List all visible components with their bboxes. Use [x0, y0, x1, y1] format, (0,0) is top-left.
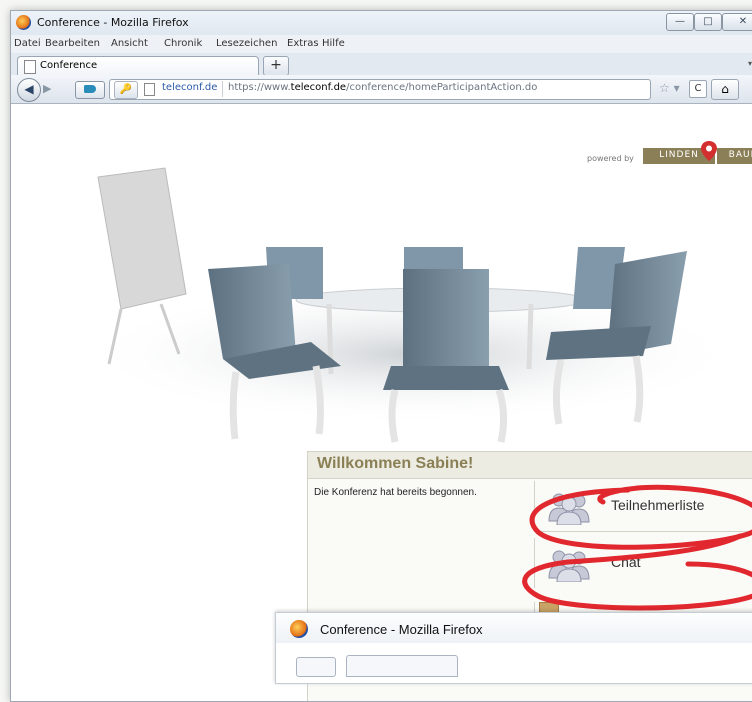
- welcome-title: Willkommen Sabine!: [317, 455, 474, 472]
- url-text[interactable]: https://www.teleconf.de/conference/homeP…: [228, 82, 537, 93]
- bookmark-toolbar-icon[interactable]: [75, 81, 105, 99]
- second-tab[interactable]: [346, 655, 458, 677]
- page-icon: [24, 60, 36, 74]
- menu-chronik[interactable]: Chronik: [164, 38, 202, 49]
- second-browser-window[interactable]: Conference - Mozilla Firefox: [275, 612, 752, 684]
- menu-hilfe[interactable]: Hilfe: [322, 38, 345, 49]
- menu-bearbeiten[interactable]: Bearbeiten: [45, 38, 100, 49]
- menu-extras[interactable]: Extras: [287, 38, 319, 49]
- logo-text-right: BAUM: [728, 150, 752, 160]
- url-bar[interactable]: 🔑 teleconf.de https://www.teleconf.de/co…: [109, 79, 651, 100]
- navigation-bar: ◀ ▶ 🔑 teleconf.de https://www.teleconf.d…: [11, 75, 752, 104]
- conference-status: Die Konferenz hat bereits begonnen.: [314, 487, 477, 498]
- browser-window: Conference - Mozilla Firefox — □ ✕ Datei…: [10, 10, 752, 702]
- menu-bar: Datei Bearbeiten Ansicht Chronik Lesezei…: [11, 35, 752, 53]
- powered-by-text: powered by: [587, 154, 634, 163]
- maximize-button[interactable]: □: [694, 13, 722, 31]
- second-title-bar: Conference - Mozilla Firefox: [276, 613, 752, 643]
- close-button[interactable]: ✕: [722, 13, 752, 31]
- red-highlight-scribble: [522, 484, 752, 611]
- tab-conference[interactable]: Conference: [17, 56, 259, 76]
- page-icon: [144, 83, 155, 96]
- arrow-left-icon: ◀: [24, 82, 34, 96]
- home-button[interactable]: ⌂: [711, 79, 739, 100]
- title-bar: Conference - Mozilla Firefox — □ ✕: [11, 11, 752, 35]
- lindenbaum-logo-right: BAUM: [717, 148, 752, 164]
- new-tab-button[interactable]: +: [263, 56, 289, 76]
- url-separator: [222, 81, 223, 97]
- key-icon[interactable]: 🔑: [114, 81, 138, 99]
- menu-ansicht[interactable]: Ansicht: [111, 38, 148, 49]
- conference-room-illustration: [81, 167, 741, 443]
- location-pin-icon: [701, 141, 717, 161]
- menu-lesezeichen[interactable]: Lesezeichen: [216, 38, 277, 49]
- second-window-title: Conference - Mozilla Firefox: [320, 622, 483, 637]
- tab-bar: Conference + ▾: [11, 53, 752, 76]
- window-title: Conference - Mozilla Firefox: [37, 16, 189, 29]
- firefox-logo-icon: [16, 15, 31, 30]
- second-back-button[interactable]: [296, 657, 336, 677]
- minimize-button[interactable]: —: [666, 13, 694, 31]
- back-button[interactable]: ◀: [17, 78, 41, 102]
- forward-button[interactable]: ▶: [43, 82, 51, 95]
- tab-label: Conference: [40, 60, 98, 71]
- tab-list-chevron-icon[interactable]: ▾: [748, 59, 752, 68]
- menu-datei[interactable]: Datei: [14, 38, 41, 49]
- reload-button[interactable]: C: [689, 80, 707, 98]
- star-bookmark-icon[interactable]: ☆ ▾: [659, 81, 680, 95]
- site-identity[interactable]: teleconf.de: [162, 82, 217, 93]
- firefox-logo-icon: [290, 620, 308, 638]
